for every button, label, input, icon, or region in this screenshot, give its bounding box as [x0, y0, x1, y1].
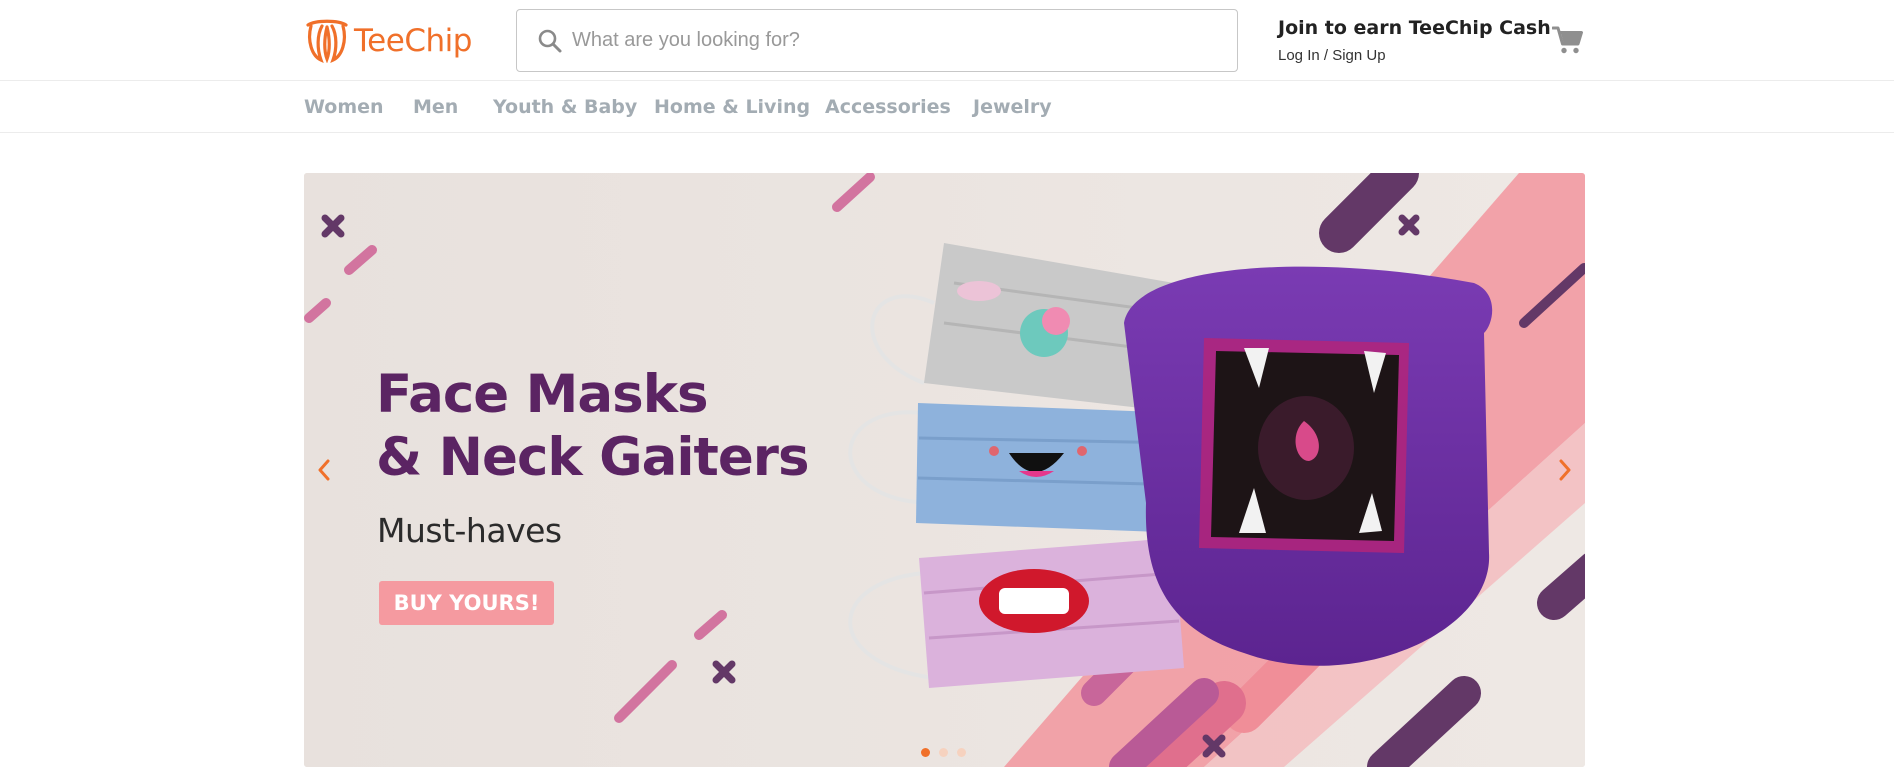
banner-subtitle: Must-haves [377, 511, 562, 550]
nav-item-jewelry[interactable]: Jewelry [973, 96, 1052, 118]
banner-title-line-1: Face Masks [376, 364, 709, 425]
cash-promo[interactable]: Join to earn TeeChip Cash [1278, 17, 1551, 39]
teechip-logo-icon [306, 19, 348, 63]
chevron-right-icon [1559, 459, 1571, 481]
site-header: TeeChip Join to earn TeeChip Cash Log In… [0, 0, 1894, 81]
nav-item-women[interactable]: Women [304, 96, 384, 118]
carousel-next-button[interactable] [1553, 455, 1577, 485]
carousel-dot-1[interactable] [921, 748, 930, 757]
category-nav: Women Men Youth & Baby Home & Living Acc… [0, 81, 1894, 133]
nav-item-home-living[interactable]: Home & Living [654, 96, 810, 118]
search-icon[interactable] [537, 28, 563, 54]
carousel-prev-button[interactable] [312, 455, 336, 485]
banner-title-line-2: & Neck Gaiters [376, 427, 809, 488]
carousel-dot-3[interactable] [957, 748, 966, 757]
search-input[interactable] [572, 10, 1212, 71]
login-signup-link[interactable]: Log In / Sign Up [1278, 47, 1386, 64]
nav-item-accessories[interactable]: Accessories [825, 96, 951, 118]
chevron-left-icon [318, 459, 330, 481]
hero-banner[interactable]: Face Masks & Neck Gaiters Must-haves BUY… [304, 173, 1585, 767]
brand-name: TeeChip [354, 23, 472, 59]
nav-item-men[interactable]: Men [413, 96, 458, 118]
search-bar [516, 9, 1238, 72]
shopping-cart-icon[interactable] [1552, 25, 1584, 55]
buy-yours-button[interactable]: BUY YOURS! [379, 581, 554, 625]
teechip-logo[interactable]: TeeChip [304, 18, 472, 64]
nav-item-youth-baby[interactable]: Youth & Baby [493, 96, 637, 118]
carousel-dot-2[interactable] [939, 748, 948, 757]
carousel-pagination [921, 748, 966, 757]
banner-title: Face Masks & Neck Gaiters [376, 363, 809, 489]
